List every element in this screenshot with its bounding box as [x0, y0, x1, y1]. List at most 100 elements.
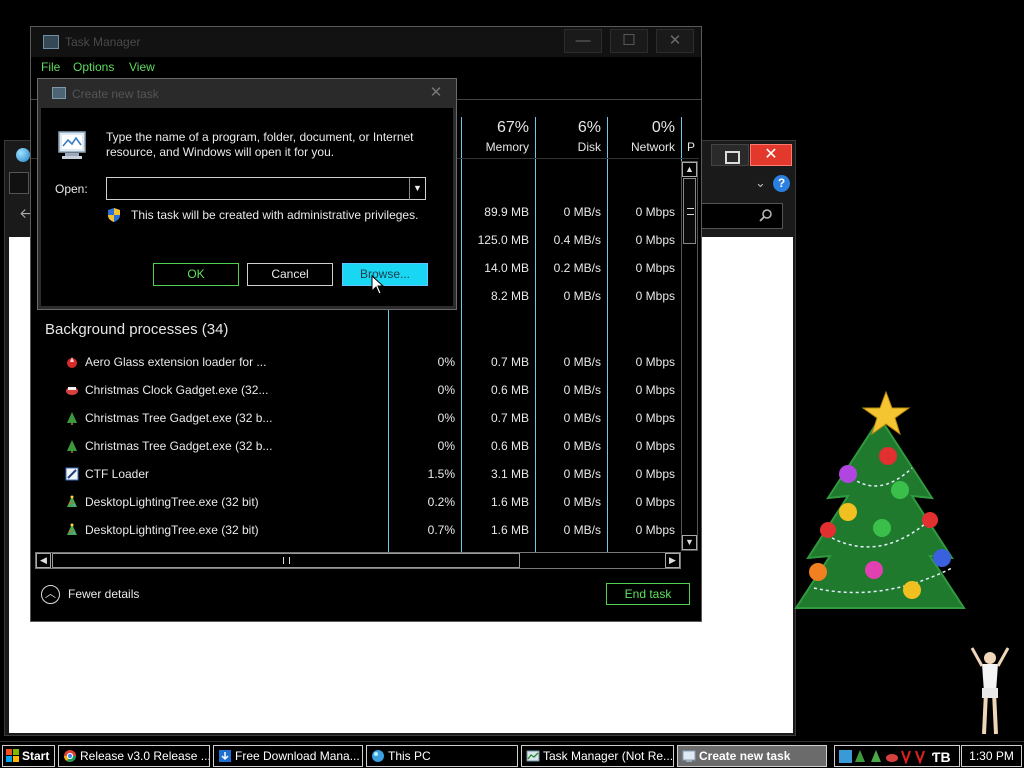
cpu-cell: 1.5%	[427, 467, 455, 481]
memory-cell: 89.9 MB	[484, 205, 529, 219]
disk-cell: 0 MB/s	[563, 383, 601, 397]
column-separator	[681, 117, 682, 161]
explorer-search-box[interactable]	[701, 203, 783, 229]
menu-file[interactable]: File	[41, 60, 60, 74]
christmas-tree-icon	[67, 440, 77, 453]
scroll-left-arrow-icon[interactable]: ◀	[36, 553, 51, 568]
browse-button[interactable]: Browse...	[342, 263, 428, 286]
address-bar-fragment[interactable]	[9, 172, 29, 194]
uac-shield-icon	[108, 208, 120, 222]
taskbar-item-label: Task Manager (Not Re...	[543, 749, 674, 763]
taskbar-item-create-new-task[interactable]: Create new task	[677, 745, 827, 767]
cpu-cell: 0%	[437, 439, 455, 453]
vertical-scrollbar[interactable]: ▲ ▼	[681, 161, 698, 551]
chevron-down-icon[interactable]: ⌄	[755, 175, 766, 191]
menu-options[interactable]: Options	[73, 60, 114, 74]
explorer-maximize-button[interactable]	[711, 144, 749, 166]
cancel-button[interactable]: Cancel	[247, 263, 333, 286]
background-processes-heading[interactable]: Background processes (34)	[45, 321, 228, 338]
taskbar-item-label: This PC	[388, 749, 431, 763]
network-column-header[interactable]: Network	[609, 140, 675, 154]
column-separator	[607, 117, 608, 553]
run-program-icon	[58, 131, 86, 159]
taskbar-clock[interactable]: 1:30 PM	[961, 745, 1022, 767]
tray-network-icon	[839, 750, 852, 763]
create-new-task-dialog: Create new task ✕ Type the name of a pro…	[37, 78, 457, 310]
explorer-close-button[interactable]: ✕	[750, 144, 792, 166]
start-button[interactable]: Start	[2, 745, 55, 767]
close-button[interactable]: ✕	[656, 29, 694, 53]
memory-cell: 14.0 MB	[484, 261, 529, 275]
christmas-clock-icon	[66, 387, 78, 395]
disk-percent[interactable]: 6%	[535, 119, 601, 137]
open-input[interactable]	[106, 177, 410, 200]
power-column-header[interactable]: P	[687, 140, 699, 154]
memory-cell: 1.6 MB	[490, 495, 529, 509]
open-dropdown-arrow-icon[interactable]: ▼	[409, 177, 426, 200]
dialog-body: Type the name of a program, folder, docu…	[41, 108, 453, 306]
cpu-cell: 0.7%	[427, 523, 455, 537]
christmas-tree-icon	[67, 412, 77, 425]
lighting-tree-icon	[67, 495, 77, 507]
maximize-button[interactable]: ☐	[610, 29, 648, 53]
process-name: DesktopLightingTree.exe (32 bit)	[85, 523, 259, 537]
help-icon[interactable]: ?	[773, 175, 790, 192]
christmas-tree-gadget-icon[interactable]	[792, 388, 968, 628]
process-name: Christmas Tree Gadget.exe (32 b...	[85, 439, 273, 453]
memory-percent[interactable]: 67%	[461, 119, 529, 137]
process-name: Christmas Clock Gadget.exe (32...	[85, 383, 269, 397]
chrome-icon	[64, 750, 76, 762]
scroll-right-arrow-icon[interactable]: ▶	[665, 553, 680, 568]
memory-cell: 0.6 MB	[490, 439, 529, 453]
vertical-scroll-thumb[interactable]	[683, 178, 696, 244]
tray-v-icon	[901, 750, 911, 764]
network-cell: 0 Mbps	[635, 289, 675, 303]
memory-column-header[interactable]: Memory	[461, 140, 529, 154]
horizontal-scrollbar[interactable]: ◀ ▶	[35, 552, 681, 569]
network-cell: 0 Mbps	[635, 383, 675, 397]
process-name: CTF Loader	[85, 467, 150, 481]
disk-cell: 0 MB/s	[563, 495, 601, 509]
network-cell: 0 Mbps	[635, 233, 675, 247]
dialog-close-button[interactable]: ✕	[424, 83, 448, 103]
taskbar-item-label: Free Download Mana...	[235, 749, 360, 763]
horizontal-scroll-thumb[interactable]	[52, 553, 520, 568]
task-manager-icon	[526, 750, 540, 762]
tray-v-icon	[915, 750, 925, 764]
chevron-up-icon: ︿	[41, 585, 60, 604]
dialog-titlebar[interactable]: Create new task ✕	[38, 79, 456, 107]
taskbar-item-this-pc[interactable]: This PC	[366, 745, 518, 767]
windows-logo-icon	[6, 749, 19, 762]
run-dialog-icon	[682, 750, 696, 762]
taskbar-item-chrome[interactable]: Release v3.0 Release ...	[58, 745, 210, 767]
tray-icons: ƬB	[839, 749, 951, 764]
taskbar-item-download-manager[interactable]: Free Download Mana...	[213, 745, 363, 767]
ok-button[interactable]: OK	[153, 263, 239, 286]
taskbar-item-task-manager[interactable]: Task Manager (Not Re...	[521, 745, 674, 767]
disk-column-header[interactable]: Disk	[535, 140, 601, 154]
disk-cell: 0 MB/s	[563, 205, 601, 219]
minimize-button[interactable]: —	[564, 29, 602, 53]
admin-privileges-note: This task will be created with administr…	[131, 208, 419, 222]
disk-cell: 0.4 MB/s	[553, 233, 601, 247]
disk-cell: 0.2 MB/s	[553, 261, 601, 275]
menu-view[interactable]: View	[129, 60, 155, 74]
dancer-gadget-icon[interactable]	[964, 640, 1016, 742]
search-icon	[759, 209, 772, 222]
fewer-details-label: Fewer details	[68, 587, 140, 601]
lighting-tree-icon	[67, 523, 77, 535]
network-percent[interactable]: 0%	[609, 119, 675, 137]
network-cell: 0 Mbps	[635, 411, 675, 425]
scroll-down-arrow-icon[interactable]: ▼	[682, 535, 697, 550]
scroll-up-arrow-icon[interactable]: ▲	[682, 162, 697, 177]
disk-cell: 0 MB/s	[563, 467, 601, 481]
memory-cell: 0.6 MB	[490, 383, 529, 397]
end-task-button[interactable]: End task	[606, 583, 690, 605]
taskbar-item-label: Release v3.0 Release ...	[80, 749, 210, 763]
cpu-cell: 0%	[437, 383, 455, 397]
system-tray: ƬB	[834, 745, 960, 767]
this-pc-icon	[372, 750, 384, 762]
tray-tree-icon	[855, 750, 865, 762]
task-manager-icon	[43, 35, 59, 49]
task-manager-titlebar[interactable]: Task Manager — ☐ ✕	[31, 27, 701, 57]
